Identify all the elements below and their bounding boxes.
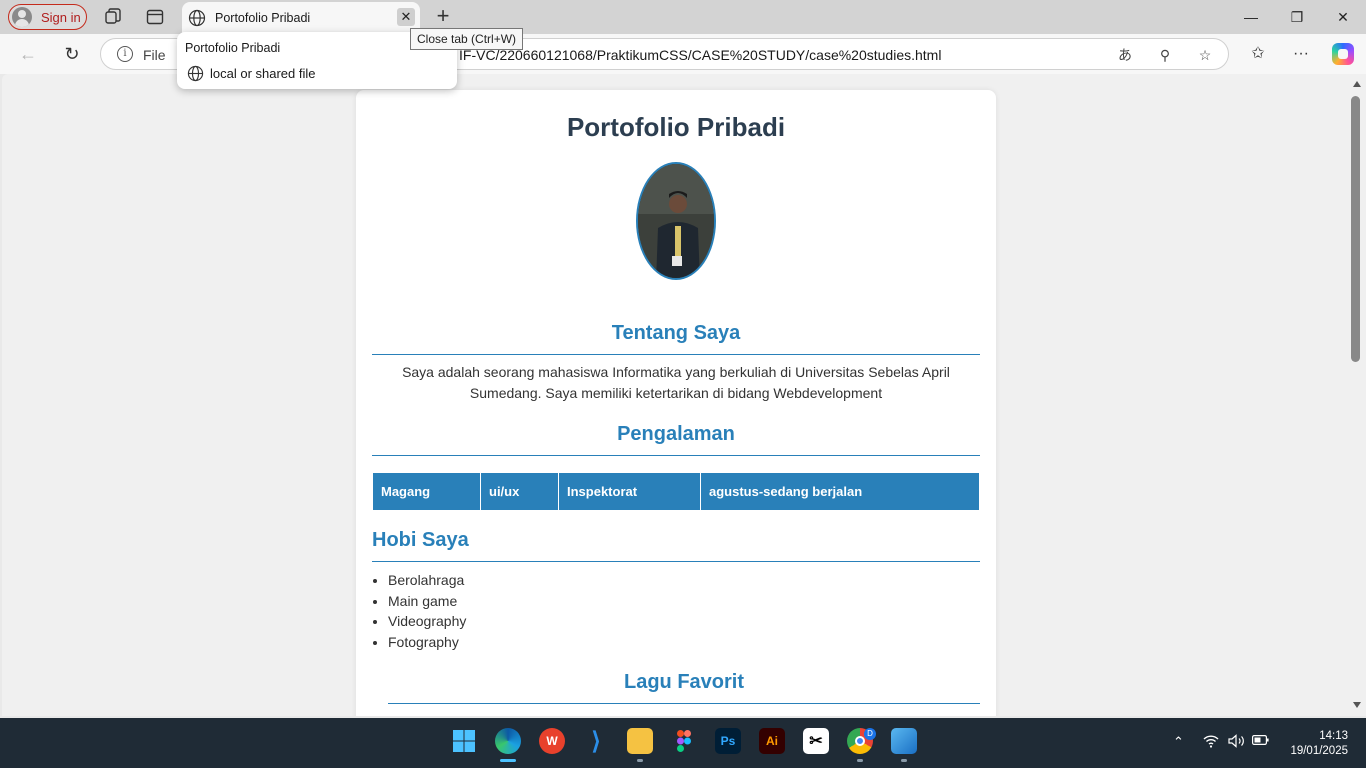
vscode-icon[interactable]: ⟩	[583, 728, 609, 755]
back-button[interactable]: ←	[17, 43, 39, 65]
tab-title: Portofolio Pribadi	[215, 11, 311, 25]
songs-heading: Lagu Favorit	[623, 671, 744, 693]
edge-icon[interactable]	[495, 728, 521, 754]
list-item: Berolahraga	[388, 570, 466, 591]
site-info-icon[interactable]: i	[117, 46, 133, 62]
capcut-icon[interactable]: ✂	[803, 728, 829, 754]
new-tab-button[interactable]: +	[432, 5, 454, 28]
sign-in-label: Sign in	[41, 9, 81, 25]
workspaces-icon[interactable]	[103, 7, 123, 27]
profile-avatar-icon	[12, 7, 32, 27]
clock-time: 14:13	[1319, 730, 1348, 742]
tab-close-button[interactable]: ✕	[397, 8, 415, 26]
list-item: Main game	[388, 591, 466, 612]
wifi-icon[interactable]	[1203, 734, 1219, 751]
sign-in-button[interactable]: Sign in	[8, 4, 87, 30]
portfolio-card: Portofolio Pribadi Tentang Saya Saya ada…	[356, 90, 996, 716]
close-window-button[interactable]: ✕	[1334, 8, 1352, 26]
scroll-thumb[interactable]	[1351, 96, 1360, 362]
restore-button[interactable]: ❐	[1288, 8, 1306, 26]
photos-icon[interactable]	[891, 728, 917, 754]
app-indicator	[637, 759, 643, 762]
clock-date: 19/01/2025	[1290, 745, 1348, 757]
clock[interactable]: 14:13 19/01/2025	[1284, 729, 1348, 759]
favorites-icon[interactable]: ✩	[1247, 43, 1269, 65]
table-row: Magang ui/ux Inspektorat agustus-sedang …	[372, 472, 980, 511]
list-item: Videography	[388, 611, 466, 632]
photoshop-icon[interactable]: Ps	[715, 728, 741, 754]
tray-overflow-icon[interactable]: ⌃	[1173, 734, 1184, 750]
tab-strip: Sign in Portofolio Pribadi ✕ + — ❐ ✕	[0, 0, 1366, 34]
globe-icon	[188, 9, 206, 27]
hobbies-heading: Hobi Saya	[372, 529, 469, 551]
page-title: Portofolio Pribadi	[566, 112, 786, 142]
active-app-indicator	[500, 759, 516, 762]
favorite-icon[interactable]: ☆	[1196, 46, 1214, 64]
tab-active[interactable]: Portofolio Pribadi	[182, 2, 420, 34]
url-text[interactable]: IF-VC/220660121068/PraktikumCSS/CASE%20S…	[459, 47, 941, 63]
about-text: Saya adalah seorang mahasiswa Informatik…	[402, 364, 950, 401]
start-icon[interactable]	[451, 728, 477, 754]
list-item: Fotography	[388, 632, 466, 653]
wps-office-icon[interactable]: W	[539, 728, 565, 754]
figma-icon[interactable]	[671, 728, 697, 754]
zoom-icon[interactable]: ⚲	[1156, 46, 1174, 64]
about-heading: Tentang Saya	[611, 322, 741, 344]
hover-card-source: local or shared file	[187, 65, 316, 82]
hobbies-list: Berolahraga Main game Videography Fotogr…	[388, 570, 466, 652]
more-icon[interactable]: ···	[1290, 43, 1312, 65]
table-cell: Inspektorat	[558, 472, 701, 511]
experience-heading: Pengalaman	[617, 423, 735, 445]
refresh-button[interactable]: ↻	[61, 43, 83, 65]
divider	[372, 455, 980, 456]
tab-actions-icon[interactable]	[145, 7, 165, 27]
page-viewport: Portofolio Pribadi Tentang Saya Saya ada…	[2, 74, 1348, 716]
read-aloud-icon[interactable]: あ	[1116, 46, 1134, 64]
experience-table: Magang ui/ux Inspektorat agustus-sedang …	[372, 472, 980, 511]
hover-card-title: Portofolio Pribadi	[185, 41, 281, 55]
file-explorer-icon[interactable]	[627, 728, 653, 754]
page-scrollbar[interactable]	[1348, 74, 1366, 716]
profile-photo	[636, 162, 716, 280]
app-indicator	[901, 759, 907, 762]
table-cell: ui/ux	[480, 472, 559, 511]
illustrator-icon[interactable]: Ai	[759, 728, 785, 754]
app-indicator	[857, 759, 863, 762]
table-cell: agustus-sedang berjalan	[700, 472, 980, 511]
volume-icon[interactable]	[1228, 734, 1245, 751]
divider	[388, 703, 980, 704]
scroll-down-icon[interactable]	[1353, 702, 1361, 708]
globe-icon	[187, 65, 204, 82]
scheme-label: File	[143, 47, 166, 63]
scroll-up-icon[interactable]	[1353, 81, 1361, 87]
hover-card-source-label: local or shared file	[210, 66, 316, 81]
battery-icon[interactable]	[1252, 734, 1269, 749]
divider	[372, 561, 980, 562]
taskbar: W ⟩ Ps Ai ✂ D ⌃ 14:13 19/01/2025	[0, 718, 1366, 768]
close-tab-tooltip: Close tab (Ctrl+W)	[410, 28, 524, 50]
table-cell: Magang	[372, 472, 481, 511]
chrome-profile-badge: D	[864, 728, 876, 740]
divider	[372, 354, 980, 355]
minimize-button[interactable]: —	[1242, 8, 1260, 26]
copilot-icon[interactable]	[1332, 43, 1354, 65]
